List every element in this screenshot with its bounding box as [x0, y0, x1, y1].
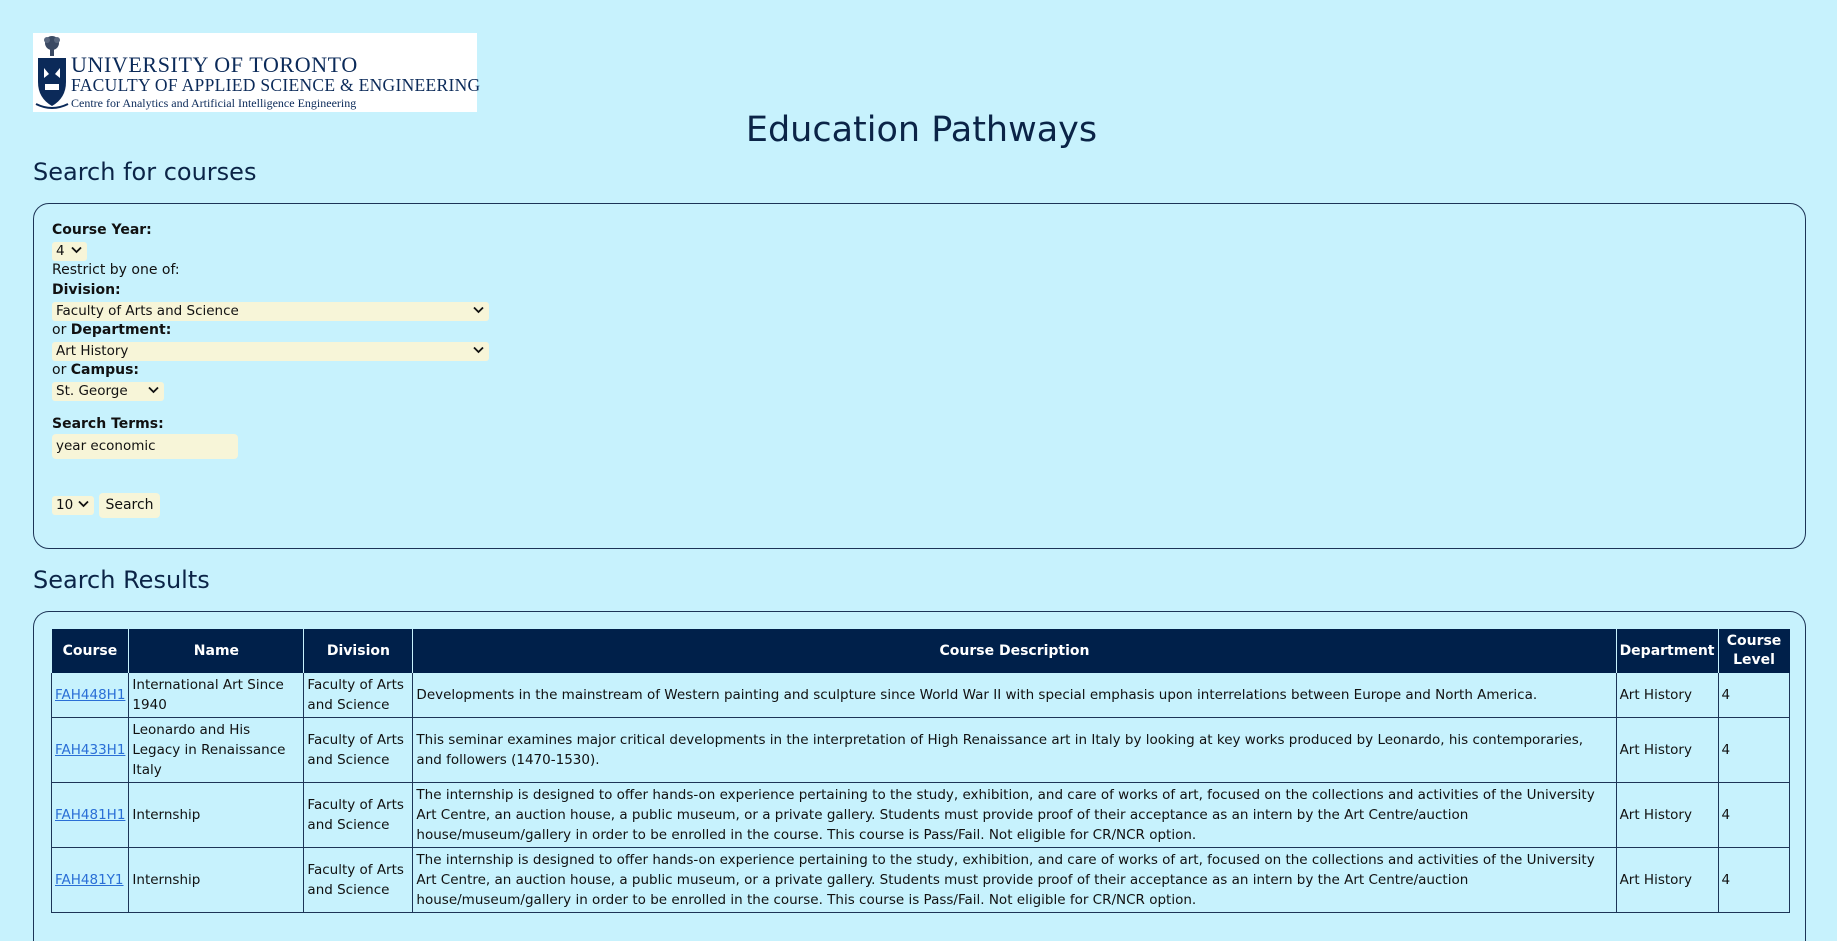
- restrict-text: Restrict by one of:: [52, 262, 180, 278]
- course-code-cell: FAH448H1: [50, 673, 130, 718]
- results-table: Course Name Division Course Description …: [50, 629, 1790, 913]
- course-year-select[interactable]: 4: [52, 242, 87, 261]
- campus-label: or Campus:: [52, 362, 140, 378]
- course-code-cell: FAH433H1: [50, 717, 130, 783]
- course-code-cell: FAH481Y1: [50, 847, 130, 913]
- column-header-name: Name: [128, 629, 305, 673]
- search-button[interactable]: Search: [99, 493, 160, 518]
- table-header-row: Course Name Division Course Description …: [51, 629, 1790, 673]
- search-terms-input[interactable]: year economic: [52, 434, 238, 459]
- table-row: FAH448H1 International Art Since 1940 Fa…: [50, 673, 1790, 718]
- department-cell: Art History: [1616, 782, 1719, 848]
- results-count-select[interactable]: 10: [52, 496, 94, 515]
- table-row: FAH433H1 Leonardo and His Legacy in Rena…: [50, 717, 1790, 783]
- division-cell: Faculty of Arts and Science: [303, 847, 414, 913]
- level-cell: 4: [1718, 717, 1790, 783]
- course-name-cell: Internship: [128, 847, 305, 913]
- course-link[interactable]: FAH433H1: [55, 742, 125, 758]
- course-name-cell: International Art Since 1940: [128, 673, 305, 718]
- course-code-cell: FAH481H1: [50, 782, 130, 848]
- university-crest-icon: [35, 36, 69, 109]
- column-header-course: Course: [51, 629, 130, 673]
- course-link[interactable]: FAH481H1: [55, 807, 125, 823]
- department-cell: Art History: [1616, 717, 1719, 783]
- division-cell: Faculty of Arts and Science: [303, 673, 414, 718]
- logo-line-centre: Centre for Analytics and Artificial Inte…: [71, 96, 357, 110]
- table-row: FAH481Y1 Internship Faculty of Arts and …: [50, 847, 1790, 913]
- course-name-cell: Leonardo and His Legacy in Renaissance I…: [128, 717, 305, 783]
- logo-line-faculty: FACULTY OF APPLIED SCIENCE & ENGINEERING: [71, 75, 481, 95]
- page-title: Education Pathways: [745, 110, 1098, 150]
- division-cell: Faculty of Arts and Science: [303, 717, 414, 783]
- chevron-down-icon: [78, 497, 89, 508]
- chevron-down-icon: [71, 243, 82, 254]
- division-label: Division:: [52, 282, 121, 298]
- column-header-department: Department: [1616, 629, 1719, 673]
- division-cell: Faculty of Arts and Science: [303, 782, 414, 848]
- department-label: or Department:: [52, 322, 172, 338]
- search-terms-label: Search Terms:: [52, 416, 164, 432]
- level-cell: 4: [1718, 782, 1790, 848]
- description-cell: This seminar examines major critical dev…: [412, 717, 1617, 783]
- chevron-down-icon: [148, 383, 159, 394]
- results-panel: Course Name Division Course Description …: [33, 611, 1806, 941]
- description-cell: The internship is designed to offer hand…: [412, 782, 1617, 848]
- column-header-division: Division: [303, 629, 414, 673]
- description-cell: Developments in the mainstream of Wester…: [412, 673, 1617, 718]
- department-cell: Art History: [1616, 847, 1719, 913]
- chevron-down-icon: [473, 343, 484, 354]
- chevron-down-icon: [473, 303, 484, 314]
- campus-select[interactable]: St. George: [52, 382, 164, 401]
- department-cell: Art History: [1616, 673, 1719, 718]
- division-select[interactable]: Faculty of Arts and Science: [52, 302, 489, 321]
- course-link[interactable]: FAH481Y1: [55, 872, 124, 888]
- table-row: FAH481H1 Internship Faculty of Arts and …: [50, 782, 1790, 848]
- level-cell: 4: [1718, 847, 1790, 913]
- column-header-level: Course Level: [1718, 629, 1790, 673]
- description-cell: The internship is designed to offer hand…: [412, 847, 1617, 913]
- course-link[interactable]: FAH448H1: [55, 687, 125, 703]
- department-select[interactable]: Art History: [52, 342, 489, 361]
- search-form-panel: Course Year: 4 Restrict by one of: Divis…: [33, 203, 1806, 549]
- search-heading: Search for courses: [33, 158, 257, 186]
- course-year-label: Course Year:: [52, 222, 152, 238]
- course-name-cell: Internship: [128, 782, 305, 848]
- level-cell: 4: [1718, 673, 1790, 718]
- results-heading: Search Results: [33, 566, 210, 594]
- column-header-description: Course Description: [412, 629, 1617, 673]
- university-logo: UNIVERSITY OF TORONTO FACULTY OF APPLIED…: [33, 33, 480, 112]
